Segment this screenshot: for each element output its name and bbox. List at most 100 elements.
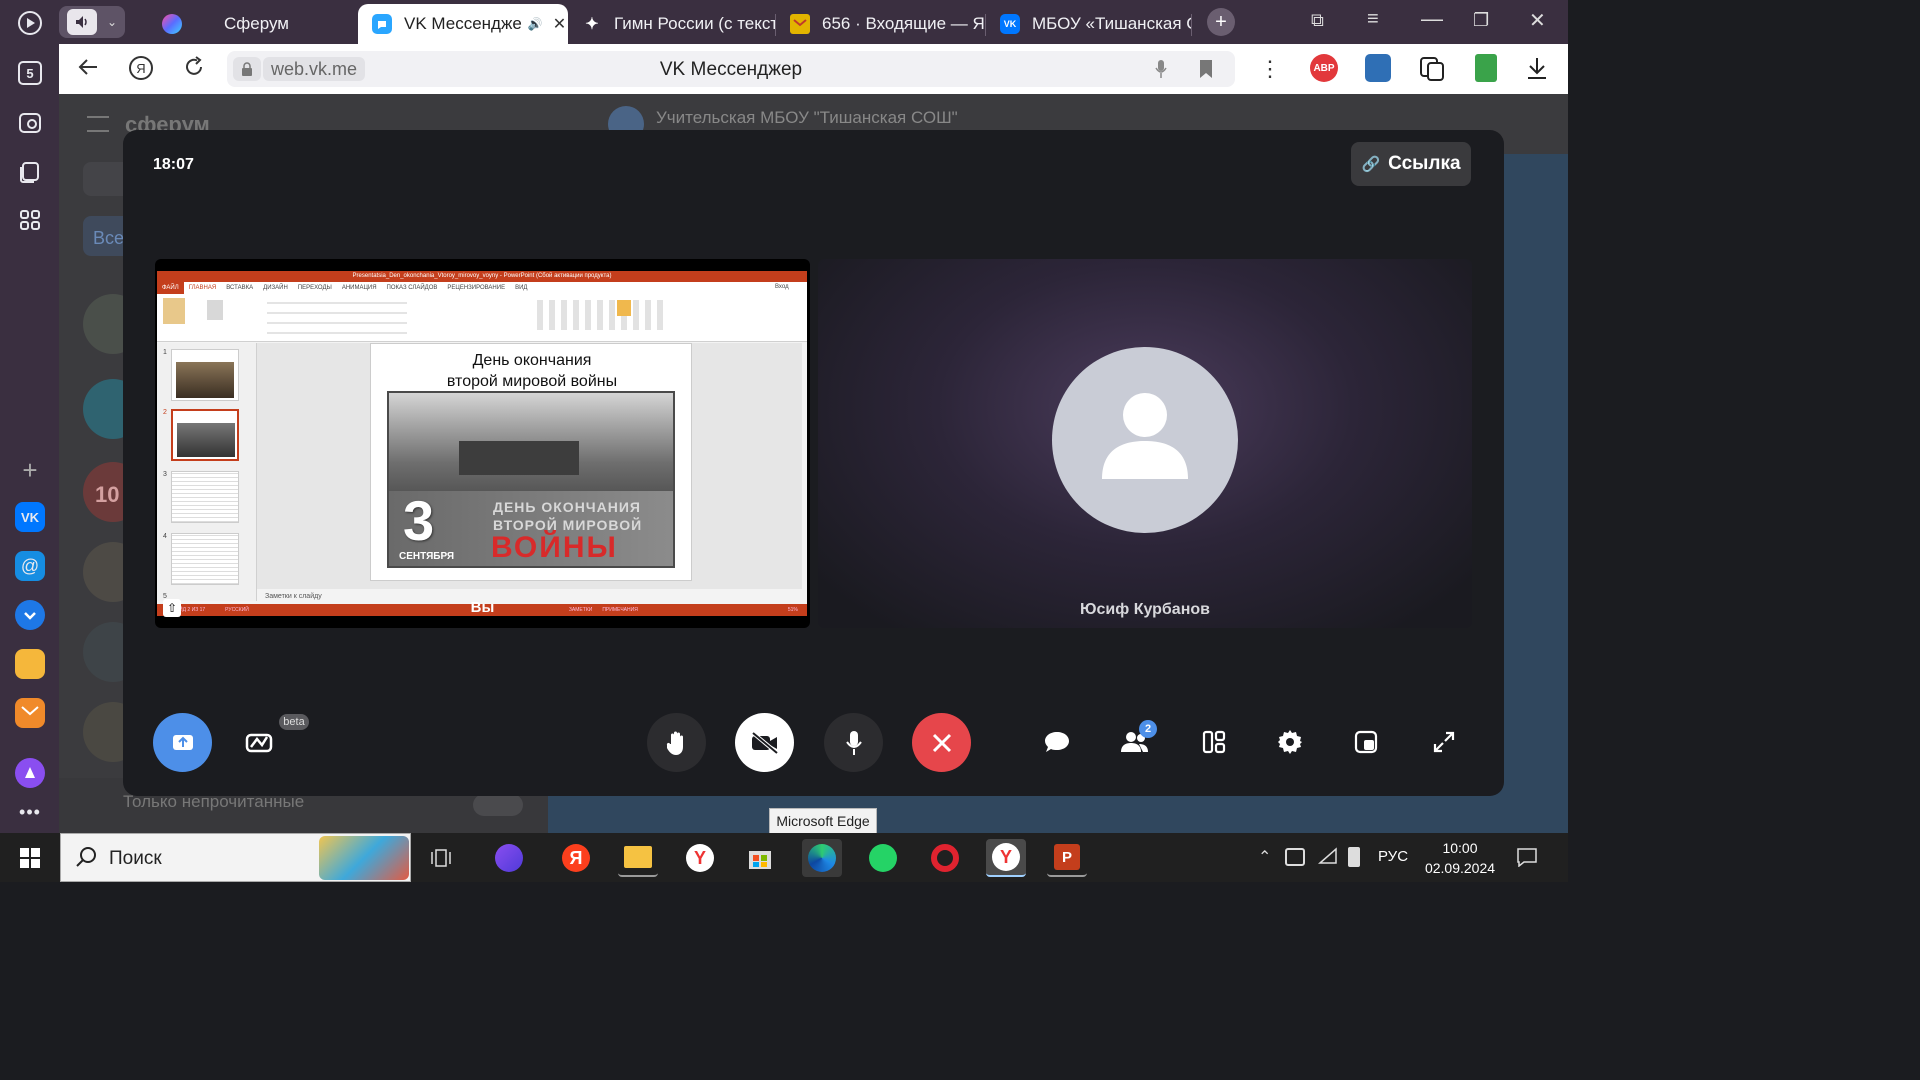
tab-audio-group[interactable]: ⌄: [59, 6, 125, 38]
notes-panel-icon[interactable]: [15, 649, 45, 679]
more-icon[interactable]: •••: [13, 795, 47, 829]
new-tab-button[interactable]: +: [1207, 8, 1235, 36]
alice-play-icon[interactable]: [13, 6, 47, 40]
battery-icon[interactable]: [1348, 847, 1360, 867]
opera-icon[interactable]: [925, 839, 965, 877]
clock[interactable]: 10:00 02.09.2024: [1424, 838, 1496, 878]
end-call-button[interactable]: [912, 713, 971, 772]
link-button[interactable]: 🔗 Ссылка: [1351, 142, 1471, 186]
hand-icon: [666, 731, 683, 755]
mail-panel-icon[interactable]: @: [15, 551, 45, 581]
taskbar-search[interactable]: Поиск: [60, 833, 411, 882]
alice-app-icon[interactable]: [489, 839, 529, 877]
slide-thumb-4[interactable]: [171, 533, 239, 585]
yandex-browser-icon[interactable]: Y: [680, 839, 720, 877]
collections-icon[interactable]: [13, 155, 47, 189]
camera-toggle-button[interactable]: [735, 713, 794, 772]
settings-button[interactable]: [1268, 720, 1312, 764]
kebab-menu-icon[interactable]: ⋮: [1259, 56, 1281, 82]
ms-store-icon[interactable]: [740, 839, 780, 877]
wifi-icon[interactable]: [1318, 847, 1338, 870]
bookmark-icon[interactable]: [1199, 59, 1213, 84]
clock-date: 02.09.2024: [1424, 860, 1496, 876]
vk-panel-icon[interactable]: VK: [15, 502, 45, 532]
reload-icon[interactable]: [183, 56, 205, 83]
pip-button[interactable]: [1344, 720, 1388, 764]
participant-name: Юсиф Курбанов: [1080, 601, 1210, 618]
layout-button[interactable]: [1192, 720, 1236, 764]
mail-yandex-panel-icon[interactable]: [15, 698, 45, 728]
chat-title: Учительская МБОУ "Тишанская СОШ": [656, 108, 958, 127]
unread-toggle[interactable]: [473, 794, 523, 816]
effects-button[interactable]: [238, 720, 282, 764]
restore-button[interactable]: ❐: [1473, 10, 1489, 31]
effects-icon: [245, 733, 273, 753]
tab-mail[interactable]: 656 · Входящие — Ян: [776, 4, 986, 44]
edge-icon[interactable]: [802, 839, 842, 877]
tray-device-icon[interactable]: [1285, 848, 1305, 866]
share-screen-button[interactable]: [153, 713, 212, 772]
messenger-panel-icon[interactable]: [15, 600, 45, 630]
participant-video-tile[interactable]: Юсиф Курбанов: [818, 259, 1472, 628]
camera-off-icon: [751, 730, 778, 755]
ppt-ribbon-tab[interactable]: РЕЦЕНЗИРОВАНИЕ: [442, 282, 510, 294]
omnibox[interactable]: web.vk.me VK Мессенджер: [227, 51, 1235, 87]
screenshot-icon[interactable]: [13, 106, 47, 140]
back-arrow-icon[interactable]: [77, 56, 99, 84]
adblock-icon[interactable]: ABP: [1310, 54, 1338, 82]
ppt-ribbon-tab[interactable]: АНИМАЦИЯ: [337, 282, 382, 294]
slide-thumb-1[interactable]: [171, 349, 239, 401]
tab-vk-messenger[interactable]: VK Мессендже 🔊 ✕: [358, 4, 568, 44]
minimize-button[interactable]: —: [1421, 6, 1443, 32]
notifications-icon[interactable]: [1516, 847, 1538, 872]
close-tab-icon[interactable]: ✕: [553, 14, 566, 34]
self-video-tile[interactable]: Presentatsia_Den_okonchania_Vtoroy_mirov…: [155, 259, 810, 628]
tab-anthem[interactable]: ✦ Гимн России (с текст: [568, 4, 776, 44]
tab-sferum[interactable]: Сферум: [148, 4, 358, 44]
star-icon: ✦: [585, 16, 599, 33]
hamburger-icon[interactable]: [87, 116, 109, 132]
thumb-image: [176, 362, 234, 398]
whatsapp-icon[interactable]: [863, 839, 903, 877]
voice-search-icon[interactable]: [1155, 59, 1167, 84]
yandex-browser-active-icon[interactable]: Y: [986, 839, 1026, 877]
fullscreen-button[interactable]: [1422, 720, 1466, 764]
download-icon[interactable]: [1526, 56, 1548, 85]
alice-panel-icon[interactable]: [15, 758, 45, 788]
extension-green-icon[interactable]: [1475, 54, 1497, 82]
tabs-count-icon[interactable]: 5: [13, 56, 47, 90]
add-panel-icon[interactable]: +: [13, 453, 47, 487]
close-window-button[interactable]: ✕: [1529, 8, 1546, 33]
ppt-ribbon-tab[interactable]: ВИД: [510, 282, 532, 294]
ppt-ribbon-tab[interactable]: ГЛАВНАЯ: [184, 282, 222, 294]
language-indicator[interactable]: РУС: [1378, 848, 1408, 865]
chat-button[interactable]: [1035, 720, 1079, 764]
ppt-ribbon-tab[interactable]: ПЕРЕХОДЫ: [293, 282, 337, 294]
windows-start-icon[interactable]: [10, 839, 50, 877]
tab-school[interactable]: VK МБОУ «Тишанская С: [986, 4, 1192, 44]
tray-chevron-icon[interactable]: ⌃: [1258, 847, 1271, 867]
file-explorer-icon[interactable]: [618, 839, 658, 877]
vk-messenger-icon: [372, 14, 392, 34]
extension-camera-icon[interactable]: [1365, 54, 1391, 82]
browser-sidebar: 5 + VK @ •••: [0, 0, 59, 833]
slide-thumb-3[interactable]: [171, 471, 239, 523]
raise-hand-button[interactable]: [647, 713, 706, 772]
yandex-app-icon[interactable]: Я: [556, 839, 596, 877]
tab-audio-icon[interactable]: 🔊: [528, 17, 543, 31]
current-slide[interactable]: День окончания второй мировой войны 3 СЕ…: [370, 343, 692, 581]
slide-thumb-2[interactable]: [171, 409, 239, 461]
translate-icon[interactable]: [1419, 54, 1445, 87]
user-placeholder-icon: [1102, 393, 1188, 479]
bookmarks-panel-icon[interactable]: ⧉: [1311, 10, 1324, 31]
ppt-ribbon-tab[interactable]: ФАЙЛ: [157, 282, 184, 294]
powerpoint-icon[interactable]: P: [1047, 839, 1087, 877]
ppt-ribbon-tab[interactable]: ВСТАВКА: [221, 282, 258, 294]
task-view-icon[interactable]: [421, 839, 461, 877]
ppt-ribbon-tab[interactable]: ДИЗАЙН: [258, 282, 293, 294]
mic-toggle-button[interactable]: [824, 713, 883, 772]
yandex-icon[interactable]: Я: [129, 56, 153, 80]
menu-icon[interactable]: ≡: [1367, 8, 1379, 31]
ppt-ribbon-tab[interactable]: ПОКАЗ СЛАЙДОВ: [382, 282, 443, 294]
apps-grid-icon[interactable]: [13, 203, 47, 237]
